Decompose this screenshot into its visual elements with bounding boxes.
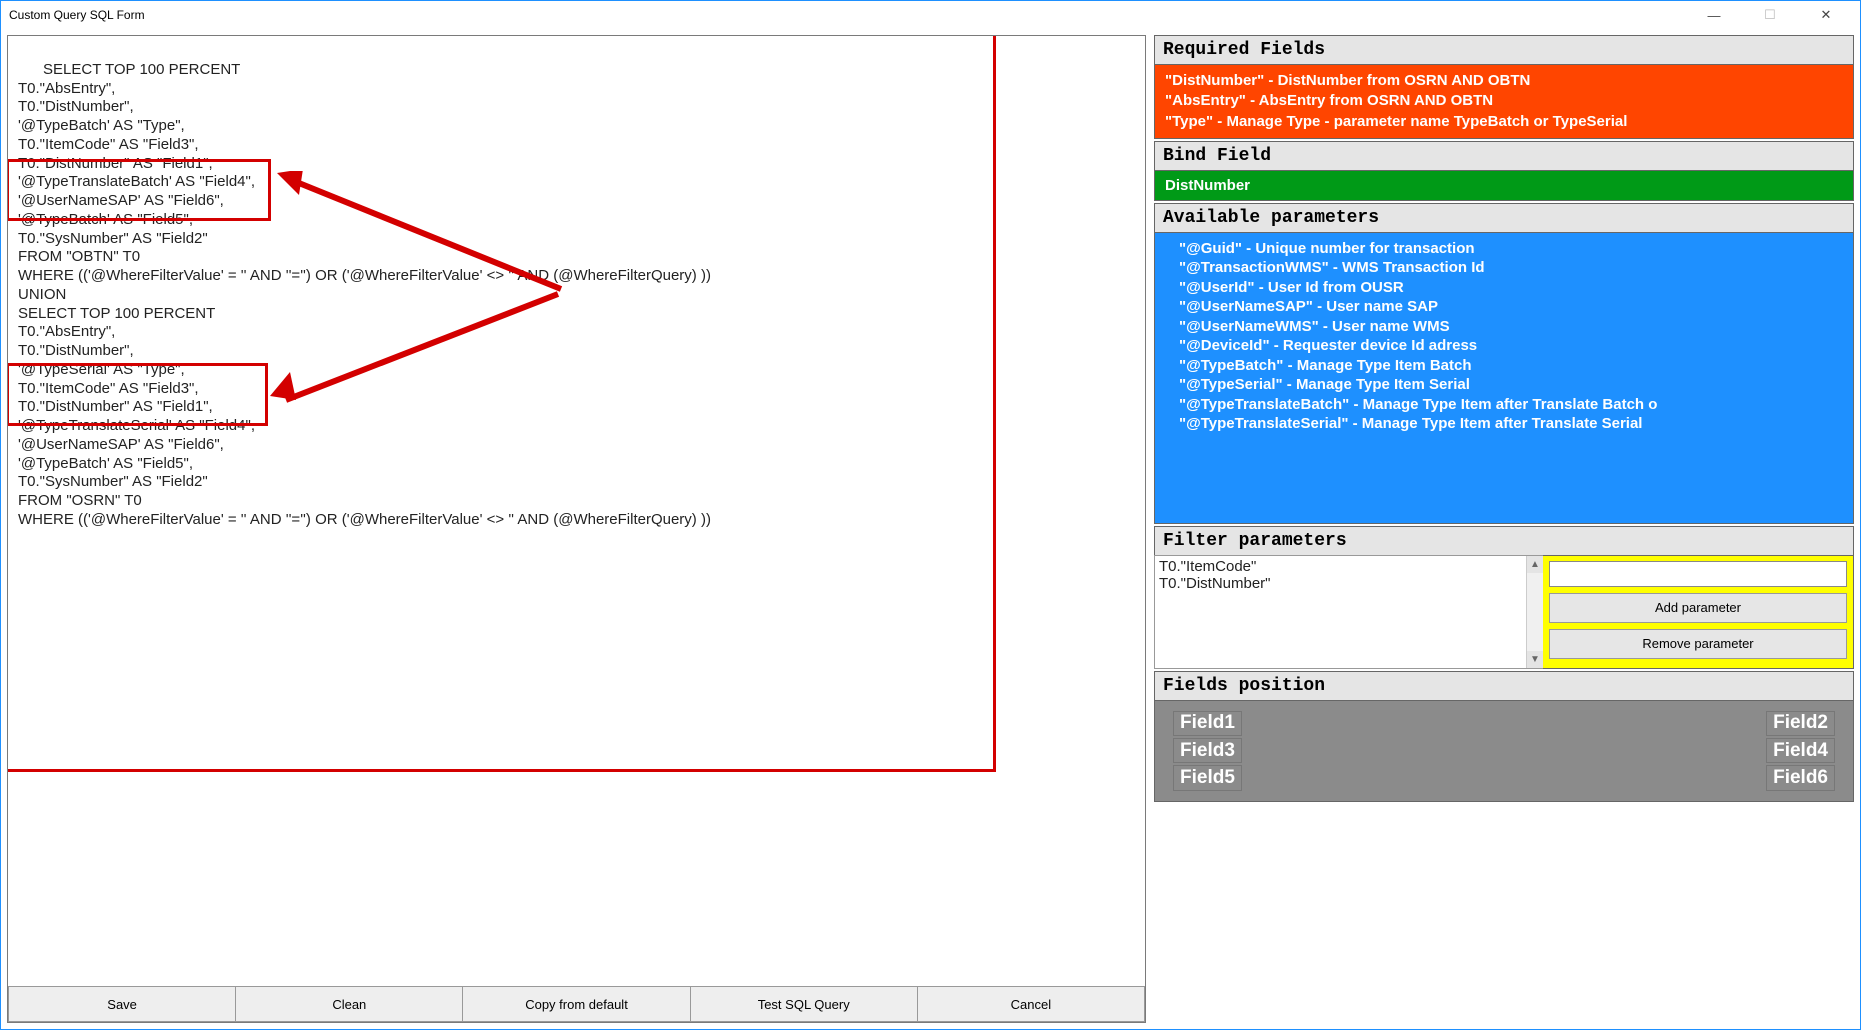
window-titlebar: Custom Query SQL Form — ☐ ✕ — [1, 1, 1860, 29]
required-fields-header: Required Fields — [1155, 36, 1853, 65]
filter-controls: Add parameter Remove parameter — [1543, 556, 1853, 668]
required-fields-panel: Required Fields "DistNumber" - DistNumbe… — [1154, 35, 1854, 139]
field-position-cell[interactable]: Field2 — [1766, 711, 1835, 736]
filter-list-textarea[interactable] — [1155, 556, 1525, 668]
sql-editor-panel: SELECT TOP 100 PERCENT T0."AbsEntry", T0… — [7, 35, 1146, 1023]
required-line: "AbsEntry" - AbsEntry from OSRN AND OBTN — [1165, 91, 1843, 111]
filter-parameters-header: Filter parameters — [1155, 527, 1853, 556]
window-close-icon[interactable]: ✕ — [1808, 5, 1844, 25]
param-item: "@TypeTranslateBatch" - Manage Type Item… — [1179, 395, 1843, 415]
bind-field-value: DistNumber — [1155, 171, 1853, 200]
scroll-down-icon[interactable]: ▼ — [1527, 651, 1543, 668]
filter-list-box: ▲ ▼ — [1154, 555, 1543, 669]
field-position-cell[interactable]: Field4 — [1766, 738, 1835, 763]
copy-from-default-button[interactable]: Copy from default — [462, 986, 690, 1022]
fields-position-panel: Fields position Field1 Field3 Field5 Fie… — [1154, 671, 1854, 802]
param-item: "@TypeSerial" - Manage Type Item Serial — [1179, 375, 1843, 395]
annotation-arrow-bottom — [268, 290, 568, 410]
field-position-cell[interactable]: Field1 — [1173, 711, 1242, 736]
param-item: "@TransactionWMS" - WMS Transaction Id — [1179, 258, 1843, 278]
cancel-button[interactable]: Cancel — [917, 986, 1145, 1022]
available-parameters-body: "@Guid" - Unique number for transaction … — [1155, 233, 1853, 523]
sql-text: SELECT TOP 100 PERCENT T0."AbsEntry", T0… — [18, 61, 711, 528]
param-item: "@UserNameSAP" - User name SAP — [1179, 297, 1843, 317]
clean-button[interactable]: Clean — [235, 986, 463, 1022]
remove-parameter-button[interactable]: Remove parameter — [1549, 629, 1847, 659]
field-position-cell[interactable]: Field5 — [1173, 765, 1242, 790]
param-item: "@UserNameWMS" - User name WMS — [1179, 317, 1843, 337]
bind-field-header: Bind Field — [1155, 142, 1853, 171]
param-item: "@Guid" - Unique number for transaction — [1179, 239, 1843, 259]
available-parameters-header: Available parameters — [1155, 204, 1853, 233]
filter-parameters-panel: Filter parameters ▲ ▼ Add parameter Remo… — [1154, 526, 1854, 669]
param-item: "@DeviceId" - Requester device Id adress — [1179, 336, 1843, 356]
required-line: "Type" - Manage Type - parameter name Ty… — [1165, 112, 1843, 132]
field-position-cell[interactable]: Field3 — [1173, 738, 1242, 763]
window-title: Custom Query SQL Form — [9, 8, 145, 22]
fields-position-header: Fields position — [1155, 672, 1853, 701]
add-parameter-button[interactable]: Add parameter — [1549, 593, 1847, 623]
required-fields-body: "DistNumber" - DistNumber from OSRN AND … — [1155, 65, 1853, 138]
save-button[interactable]: Save — [8, 986, 236, 1022]
param-item: "@UserId" - User Id from OUSR — [1179, 278, 1843, 298]
editor-button-row: Save Clean Copy from default Test SQL Qu… — [8, 986, 1145, 1022]
new-parameter-input[interactable] — [1549, 561, 1847, 587]
window-maximize-icon[interactable]: ☐ — [1752, 5, 1788, 25]
available-parameters-panel: Available parameters "@Guid" - Unique nu… — [1154, 203, 1854, 524]
sql-textarea[interactable]: SELECT TOP 100 PERCENT T0."AbsEntry", T0… — [8, 36, 1145, 986]
required-line: "DistNumber" - DistNumber from OSRN AND … — [1165, 71, 1843, 91]
window-minimize-icon[interactable]: — — [1696, 5, 1732, 25]
param-item: "@TypeTranslateSerial" - Manage Type Ite… — [1179, 414, 1843, 434]
bind-field-panel: Bind Field DistNumber — [1154, 141, 1854, 201]
scroll-up-icon[interactable]: ▲ — [1527, 556, 1543, 573]
filter-scrollbar[interactable]: ▲ ▼ — [1526, 556, 1543, 668]
param-item: "@TypeBatch" - Manage Type Item Batch — [1179, 356, 1843, 376]
field-position-cell[interactable]: Field6 — [1766, 765, 1835, 790]
test-sql-query-button[interactable]: Test SQL Query — [690, 986, 918, 1022]
